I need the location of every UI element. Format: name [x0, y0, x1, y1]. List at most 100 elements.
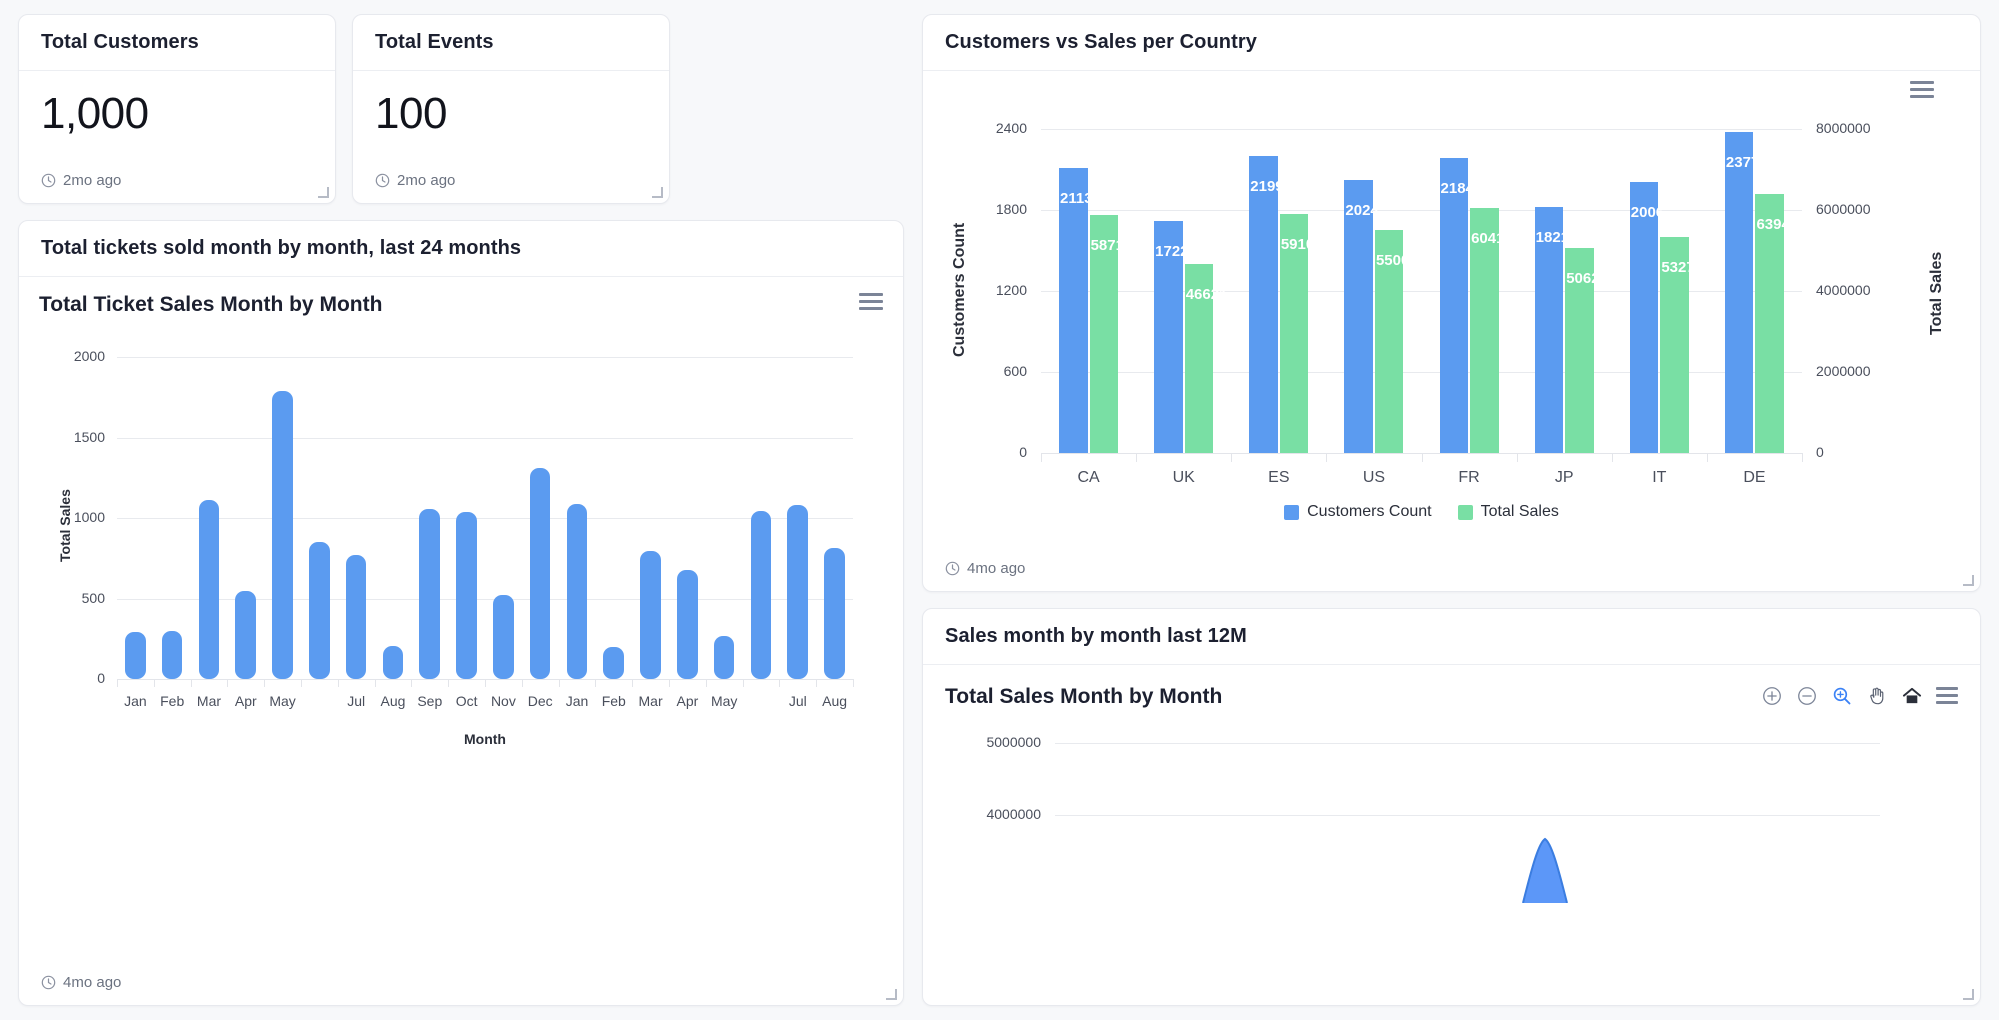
bar-data-label-customers: 1722 — [1155, 243, 1188, 260]
y-axis-tick-label: 2000 — [39, 348, 105, 364]
x-axis-tickmark — [227, 679, 228, 687]
bar — [125, 632, 146, 679]
kpi-card-header: Total Customers — [19, 15, 335, 71]
x-axis-tickmark — [1707, 453, 1708, 462]
country-plot: 0600120018002400020000004000000600000080… — [943, 113, 1960, 543]
x-axis-tickmark — [853, 679, 854, 687]
bar — [199, 500, 220, 680]
y-axis-tick-label: 2400 — [959, 120, 1027, 136]
x-axis-tickmark — [779, 679, 780, 687]
x-axis-tickmark — [1231, 453, 1232, 462]
bar-data-label-customers: 2377 — [1726, 154, 1759, 171]
bar — [603, 647, 624, 679]
card-total-tickets-sold[interactable]: Total tickets sold month by month, last … — [18, 220, 904, 1006]
x-axis-tickmark — [1612, 453, 1613, 462]
x-axis-tickmark — [191, 679, 192, 687]
gridline — [117, 438, 853, 439]
bar-data-label-customers: 2113 — [1060, 190, 1093, 207]
y2-axis-title: Total Sales — [1928, 252, 1946, 335]
bar-customers-count — [1630, 182, 1659, 453]
zoom-in-icon[interactable] — [1761, 685, 1783, 707]
hamburger-icon[interactable] — [859, 293, 883, 311]
kpi-updated-text: 2mo ago — [63, 172, 121, 189]
legend-item[interactable]: Total Sales — [1458, 503, 1559, 521]
reset-zoom-icon[interactable] — [1901, 685, 1923, 707]
card-title: Customers vs Sales per Country — [945, 31, 1257, 54]
y-axis-tick-label: 1800 — [959, 201, 1027, 217]
ticket-sales-plot: 0500100015002000Total SalesJanFebMarAprM… — [39, 339, 883, 939]
kpi-updated-text: 2mo ago — [397, 172, 455, 189]
x-axis-tickmark — [669, 679, 670, 687]
chart-legend: Customers Count Total Sales — [1041, 503, 1802, 521]
panning-icon[interactable] — [1866, 685, 1888, 707]
bar — [530, 468, 551, 679]
bar-data-label-sales: 58710 — [1091, 237, 1133, 254]
bar-customers-count — [1344, 180, 1373, 453]
resize-handle[interactable] — [1963, 575, 1974, 586]
x-axis-tick-label: FR — [1422, 469, 1517, 487]
legend-label: Customers Count — [1307, 503, 1432, 521]
kpi-value: 100 — [375, 91, 647, 137]
x-axis-tickmark — [632, 679, 633, 687]
kpi-card-total-customers[interactable]: Total Customers 1,000 2mo ago — [18, 14, 336, 204]
kpi-value: 1,000 — [41, 91, 313, 137]
legend-label: Total Sales — [1481, 503, 1559, 521]
x-axis-tick-label: Dec — [522, 693, 559, 709]
bar-data-label-sales: 59100 — [1281, 236, 1323, 253]
x-axis-tickmark — [816, 679, 817, 687]
x-axis-tickmark — [264, 679, 265, 687]
bar-data-label-sales: 60410 — [1471, 230, 1513, 247]
selection-zoom-icon[interactable] — [1831, 685, 1853, 707]
x-axis-tickmark — [448, 679, 449, 687]
y2-axis-tick-label: 8000000 — [1816, 120, 1912, 136]
resize-handle[interactable] — [652, 187, 663, 198]
bar — [493, 595, 514, 679]
x-axis-title: Month — [117, 731, 853, 747]
x-axis-tick-label: Jan — [559, 693, 596, 709]
x-axis-tickmark — [411, 679, 412, 687]
bar — [714, 636, 735, 679]
y-axis-tick-label: 4000000 — [945, 806, 1041, 822]
resize-handle[interactable] — [1963, 989, 1974, 1000]
hamburger-icon[interactable] — [1910, 81, 1934, 99]
card-header: Total tickets sold month by month, last … — [19, 221, 903, 277]
x-axis-tickmark — [338, 679, 339, 687]
card-sales-last-12m[interactable]: Sales month by month last 12M Total Sale… — [922, 608, 1981, 1006]
x-axis-tick-label: Aug — [375, 693, 412, 709]
x-axis-tick-label: May — [264, 693, 301, 709]
x-axis-tickmark — [1422, 453, 1423, 462]
x-axis-tick-label: UK — [1136, 469, 1231, 487]
y-axis-tick-label: 5000000 — [945, 734, 1041, 750]
x-axis-tickmark — [1517, 453, 1518, 462]
bar-customers-count — [1059, 168, 1088, 453]
bar — [272, 391, 293, 679]
kpi-card-total-events[interactable]: Total Events 100 2mo ago — [352, 14, 670, 204]
bar-data-label-customers: 1821 — [1536, 229, 1569, 246]
resize-handle[interactable] — [886, 989, 897, 1000]
bar-data-label-sales: 46621 — [1186, 286, 1228, 303]
card-title: Total tickets sold month by month, last … — [41, 237, 521, 260]
bar — [346, 555, 367, 679]
x-axis-tickmark — [1802, 453, 1803, 462]
x-axis-tick-label: CA — [1041, 469, 1136, 487]
clock-icon — [375, 173, 390, 188]
dashboard-root: Total Customers 1,000 2mo ago Total Even… — [0, 0, 1999, 1020]
zoom-out-icon[interactable] — [1796, 685, 1818, 707]
bar — [640, 551, 661, 679]
x-axis-tick-label: Sep — [411, 693, 448, 709]
hamburger-icon[interactable] — [1936, 687, 1958, 705]
x-axis-tick-label: JP — [1517, 469, 1612, 487]
x-axis-tick-label: Jan — [117, 693, 154, 709]
bar-data-label-sales: 55004 — [1376, 252, 1418, 269]
bar-data-label-sales: 50628 — [1566, 270, 1608, 287]
bar — [824, 548, 845, 679]
card-footer: 4mo ago — [19, 974, 143, 1005]
resize-handle[interactable] — [318, 187, 329, 198]
card-customers-vs-sales[interactable]: Customers vs Sales per Country 060012001… — [922, 14, 1981, 592]
x-axis-tickmark — [154, 679, 155, 687]
kpi-card-header: Total Events — [353, 15, 669, 71]
bar-data-label-customers: 2184 — [1441, 180, 1474, 197]
x-axis-tick-label: Mar — [632, 693, 669, 709]
legend-item[interactable]: Customers Count — [1284, 503, 1432, 521]
bar-customers-count — [1440, 158, 1469, 453]
